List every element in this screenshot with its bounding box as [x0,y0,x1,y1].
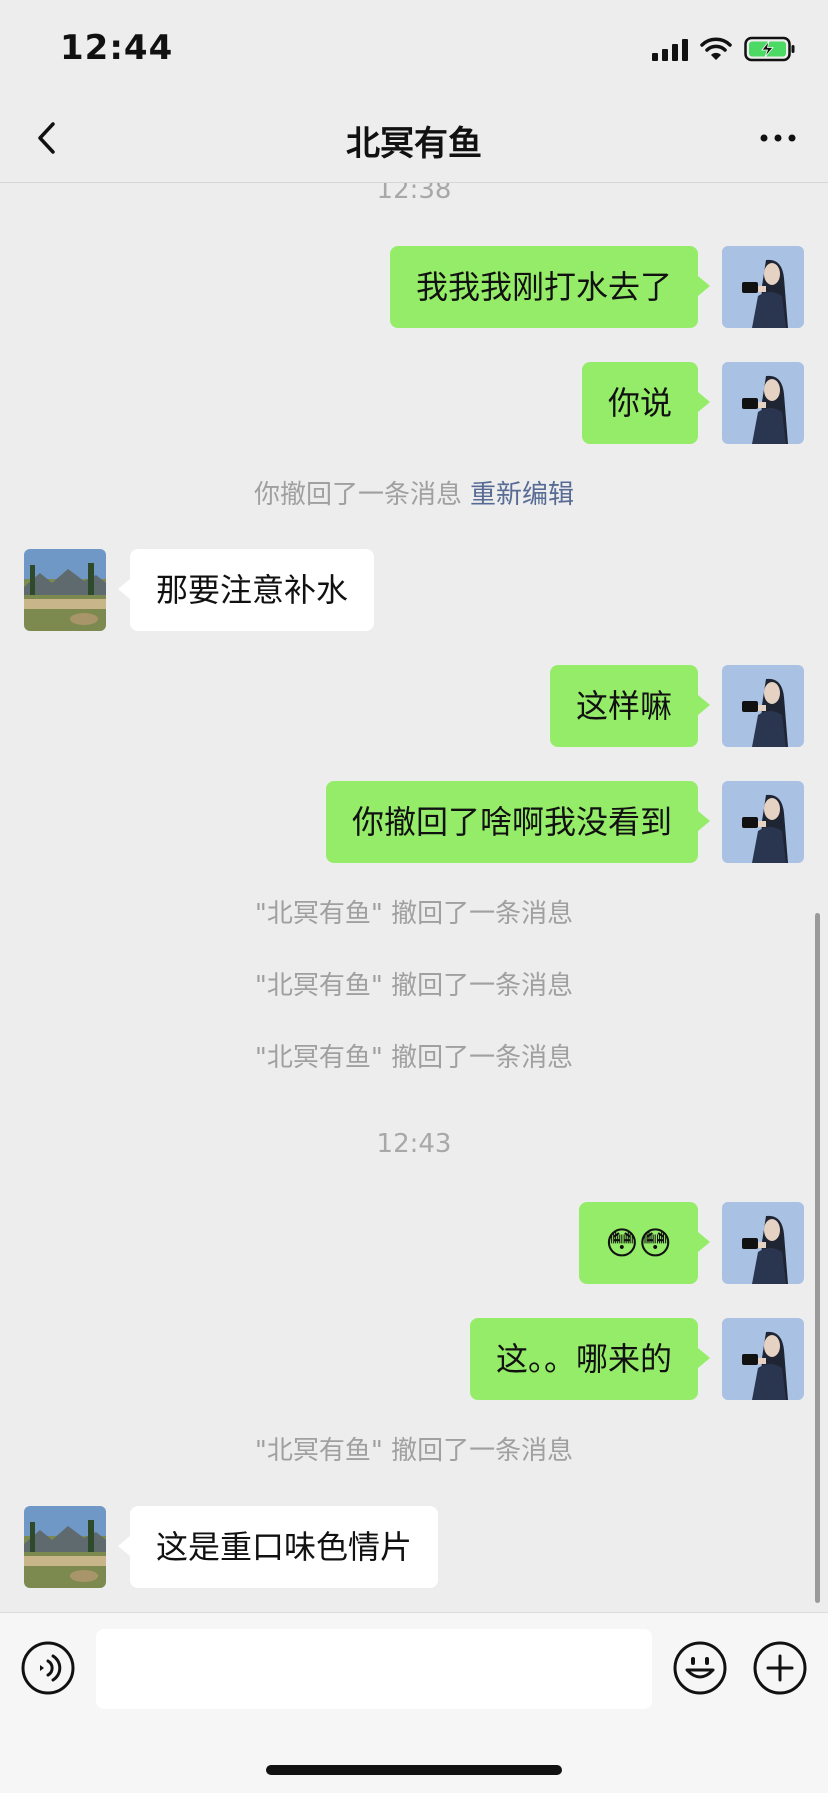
wifi-icon [700,37,732,60]
voice-icon[interactable] [20,1640,76,1696]
status-bar: 12:44 [0,0,828,96]
chat-scrollbar[interactable] [815,913,820,1603]
plus-icon[interactable] [752,1640,808,1696]
recall-notice: "北冥有鱼" 撤回了一条消息 [254,971,574,1001]
home-indicator[interactable] [266,1765,562,1775]
my-avatar[interactable] [722,1202,804,1284]
contact-avatar[interactable] [24,1506,106,1588]
nav-bar: 北冥有鱼 [0,96,828,183]
recall-notice: "北冥有鱼" 撤回了一条消息 [254,1436,574,1466]
outgoing-message[interactable]: 我我我刚打水去了 [389,246,711,328]
my-avatar[interactable] [722,781,804,863]
my-avatar[interactable] [722,665,804,747]
incoming-message[interactable]: 这是重口味色情片 [117,1506,439,1588]
my-avatar[interactable] [722,1318,804,1400]
battery-charging-icon [744,36,795,62]
status-icons [652,34,796,64]
incoming-message[interactable]: 那要注意补水 [117,549,375,631]
emoji-icon[interactable] [672,1640,728,1696]
chat-history[interactable]: 12:38 我我我刚打水去了 你说 你撤回了一条消息 重新编辑 那要注意补水 这… [0,183,828,1611]
timestamp: 12:38 [376,183,452,205]
contact-avatar[interactable] [24,549,106,631]
message-input[interactable] [96,1629,652,1709]
outgoing-message[interactable]: 这样嘛 [549,665,711,747]
outgoing-message[interactable]: 这。。哪来的 [469,1318,711,1400]
outgoing-message[interactable]: 你撤回了啥啊我没看到 [325,781,711,863]
outgoing-message[interactable]: 😳😳 [579,1202,710,1284]
status-time: 12:44 [60,28,174,68]
more-horizontal-icon[interactable] [758,126,798,150]
my-avatar[interactable] [722,246,804,328]
outgoing-message[interactable]: 你说 [581,362,711,444]
recall-notice: 你撤回了一条消息 重新编辑 [0,474,828,511]
recall-notice: "北冥有鱼" 撤回了一条消息 [254,1043,574,1073]
chat-title: 北冥有鱼 [346,124,482,164]
input-bar [0,1612,828,1793]
my-avatar[interactable] [722,362,804,444]
cellular-signal-icon [652,37,688,61]
recall-notice: "北冥有鱼" 撤回了一条消息 [254,899,574,929]
timestamp: 12:43 [376,1129,452,1159]
recall-text: 你撤回了一条消息 [253,480,462,510]
re-edit-link[interactable]: 重新编辑 [470,480,574,510]
